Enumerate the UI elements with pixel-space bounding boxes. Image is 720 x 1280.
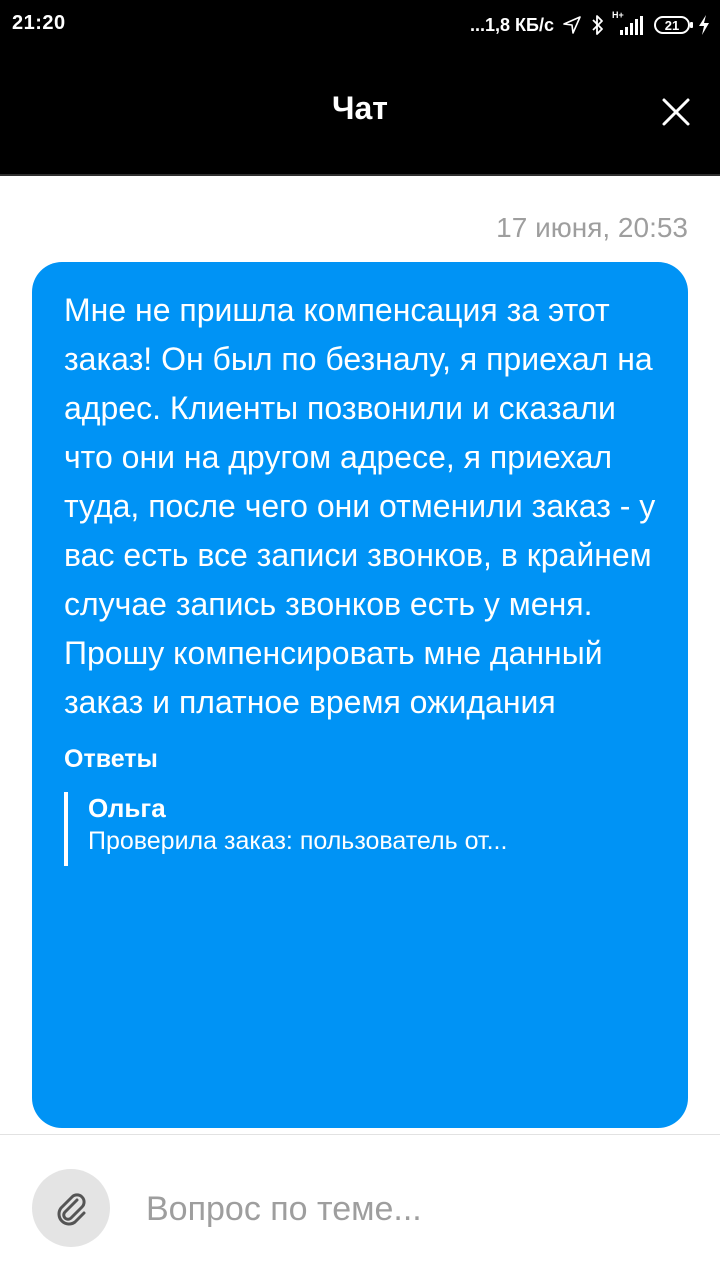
bluetooth-icon — [590, 14, 606, 36]
reply-item[interactable]: Ольга Проверила заказ: пользователь от..… — [64, 792, 658, 866]
attach-button[interactable] — [32, 1169, 110, 1247]
battery-level: 21 — [664, 17, 680, 33]
message-text: Мне не пришла компенсация за этот заказ!… — [64, 292, 665, 720]
composer — [0, 1134, 720, 1280]
app-bar: Чат — [0, 50, 720, 176]
status-icons: ...1,8 КБ/с H+ 21 — [470, 10, 710, 40]
reply-author: Ольга — [88, 793, 166, 823]
message-timestamp: 17 июня, 20:53 — [496, 212, 688, 243]
page-title: Чат — [332, 90, 388, 126]
replies-title: Ответы — [64, 745, 158, 773]
message-bubble[interactable]: Мне не пришла компенсация за этот заказ!… — [32, 262, 688, 1128]
paperclip-icon — [57, 1193, 86, 1226]
status-bar: 21:20 ...1,8 КБ/с H+ 21 — [0, 0, 720, 50]
signal-icon: H+ — [612, 10, 646, 36]
message-input[interactable] — [146, 1181, 686, 1237]
network-type: H+ — [612, 10, 624, 20]
network-speed: ...1,8 КБ/с — [470, 14, 554, 35]
charging-icon — [698, 15, 710, 35]
close-icon — [662, 98, 690, 126]
location-icon — [562, 15, 582, 35]
reply-preview: Проверила заказ: пользователь от... — [88, 827, 508, 855]
close-button[interactable] — [658, 94, 694, 130]
battery-icon: 21 — [654, 16, 693, 34]
chat-content[interactable]: 17 июня, 20:53 Мне не пришла компенсация… — [0, 176, 720, 1134]
status-time: 21:20 — [12, 12, 66, 34]
